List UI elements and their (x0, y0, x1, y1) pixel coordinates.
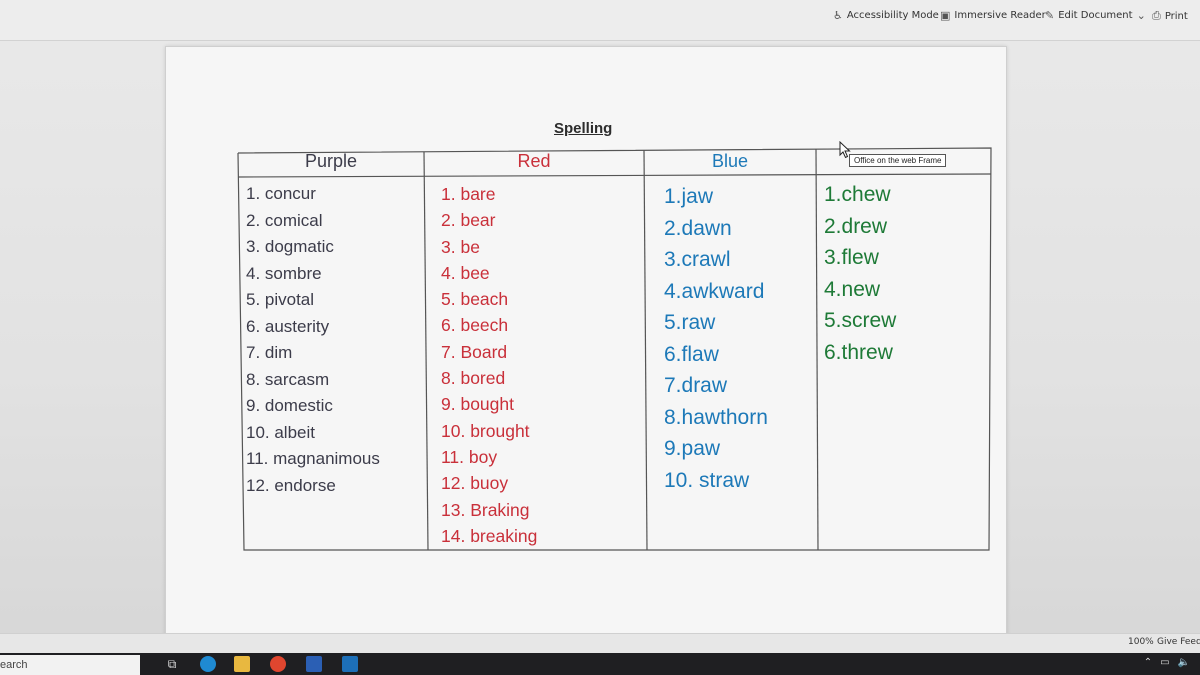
list-item: 11. magnanimous (246, 449, 380, 468)
taskbar-search-input[interactable]: earch (0, 655, 140, 675)
list-item: 3. dogmatic (246, 237, 334, 256)
edit-document-label: Edit Document (1058, 10, 1133, 21)
task-view-icon[interactable]: ⧉ (164, 656, 180, 672)
taskbar: earch ⧉ ⌃ ▭ 🔈 (0, 653, 1200, 675)
file-explorer-icon[interactable] (234, 656, 250, 672)
outlook-app-icon[interactable] (342, 656, 358, 672)
list-item: 7.draw (664, 374, 728, 397)
list-item: 9. domestic (246, 396, 333, 415)
immersive-reader-button[interactable]: ▣ Immersive Reader (940, 9, 1046, 22)
list-item: 2. bear (441, 210, 496, 231)
list-item: 4. bee (441, 262, 490, 283)
list-item: 2.dawn (664, 216, 732, 240)
document-toolbar: ♿ Accessibility Mode ▣ Immersive Reader … (0, 0, 1200, 41)
chevron-down-icon: ⌄ (1136, 9, 1146, 22)
list-item: 14. breaking (441, 525, 538, 546)
list-item: 1.chew (824, 183, 891, 206)
volume-icon[interactable]: 🔈 (1178, 657, 1190, 668)
list-item: 2.drew (824, 214, 888, 238)
green-word-list: 1.chew 2.drew 3.flew 4.new 5.screw 6.thr… (824, 179, 896, 368)
list-item: 13. Braking (441, 499, 530, 520)
list-item: 8. sarcasm (246, 369, 330, 389)
list-item: 1.jaw (664, 185, 714, 208)
accessibility-mode-label: Accessibility Mode (846, 10, 939, 21)
list-item: 3. be (441, 236, 480, 257)
list-item: 9. bought (441, 394, 514, 415)
print-button[interactable]: ⎙ Print (1152, 9, 1188, 23)
list-item: 6.flaw (664, 342, 719, 366)
list-item: 12. endorse (246, 475, 336, 495)
status-bar: 100% Give Feedb (0, 633, 1200, 654)
word-app-icon[interactable] (306, 656, 322, 672)
give-feedback-link[interactable]: Give Feedb (1157, 637, 1200, 647)
pencil-icon: ✎ (1045, 9, 1055, 22)
column-header-red: Red (517, 151, 551, 171)
list-item: 5. pivotal (246, 290, 315, 309)
red-word-list: 1. bare 2. bear 3. be 4. bee 5. beach 6.… (441, 181, 537, 549)
column-header-blue: Blue (711, 151, 749, 171)
list-item: 8. bored (441, 368, 506, 389)
list-item: 4.new (824, 277, 881, 301)
list-item: 6. austerity (246, 316, 330, 336)
list-item: 5.screw (824, 309, 897, 332)
list-item: 11. boy (441, 446, 498, 467)
purple-word-list: 1. concur 2. comical 3. dogmatic 4. somb… (246, 181, 380, 499)
list-item: 9.paw (664, 437, 721, 460)
printer-icon: ⎙ (1152, 9, 1161, 22)
list-item: 10. albeit (246, 422, 315, 442)
list-item: 10. straw (664, 468, 750, 492)
list-item: 1. concur (246, 184, 316, 203)
zoom-level[interactable]: 100% (1128, 637, 1154, 647)
system-tray: ⌃ ▭ 🔈 (1144, 657, 1190, 668)
list-item: 12. buoy (441, 473, 509, 494)
list-item: 4. sombre (246, 263, 322, 283)
blue-word-list: 1.jaw 2.dawn 3.crawl 4.awkward 5.raw 6.f… (664, 181, 768, 496)
immersive-reader-label: Immersive Reader (954, 10, 1046, 21)
document-page: Spelling Purple Red Blue 1. concur 2. co… (165, 46, 1007, 638)
chrome-browser-icon[interactable] (270, 656, 286, 672)
accessibility-icon: ♿ (833, 9, 843, 22)
edge-browser-icon[interactable] (200, 656, 216, 672)
frame-tooltip: Office on the web Frame (849, 154, 947, 167)
list-item: 10. brought (441, 420, 530, 441)
edit-document-button[interactable]: ✎ Edit Document ⌄ (1045, 9, 1146, 22)
list-item: 8.hawthorn (664, 405, 768, 429)
list-item: 1. bare (441, 184, 496, 204)
list-item: 5. beach (441, 289, 509, 310)
list-item: 3.crawl (664, 248, 731, 271)
list-item: 6. beech (441, 315, 509, 336)
network-icon[interactable]: ▭ (1160, 657, 1169, 668)
list-item: 7. Board (441, 341, 508, 362)
column-header-purple: Purple (304, 151, 358, 171)
chevron-up-icon[interactable]: ⌃ (1144, 657, 1152, 668)
list-item: 3.flew (824, 246, 879, 269)
list-item: 4.awkward (664, 279, 765, 303)
list-item: 7. dim (246, 343, 293, 362)
list-item: 6.threw (824, 340, 893, 364)
immersive-reader-icon: ▣ (940, 9, 951, 22)
list-item: 2. comical (246, 210, 323, 230)
list-item: 5.raw (664, 311, 716, 334)
accessibility-mode-button[interactable]: ♿ Accessibility Mode (833, 9, 939, 22)
print-label: Print (1164, 10, 1188, 22)
